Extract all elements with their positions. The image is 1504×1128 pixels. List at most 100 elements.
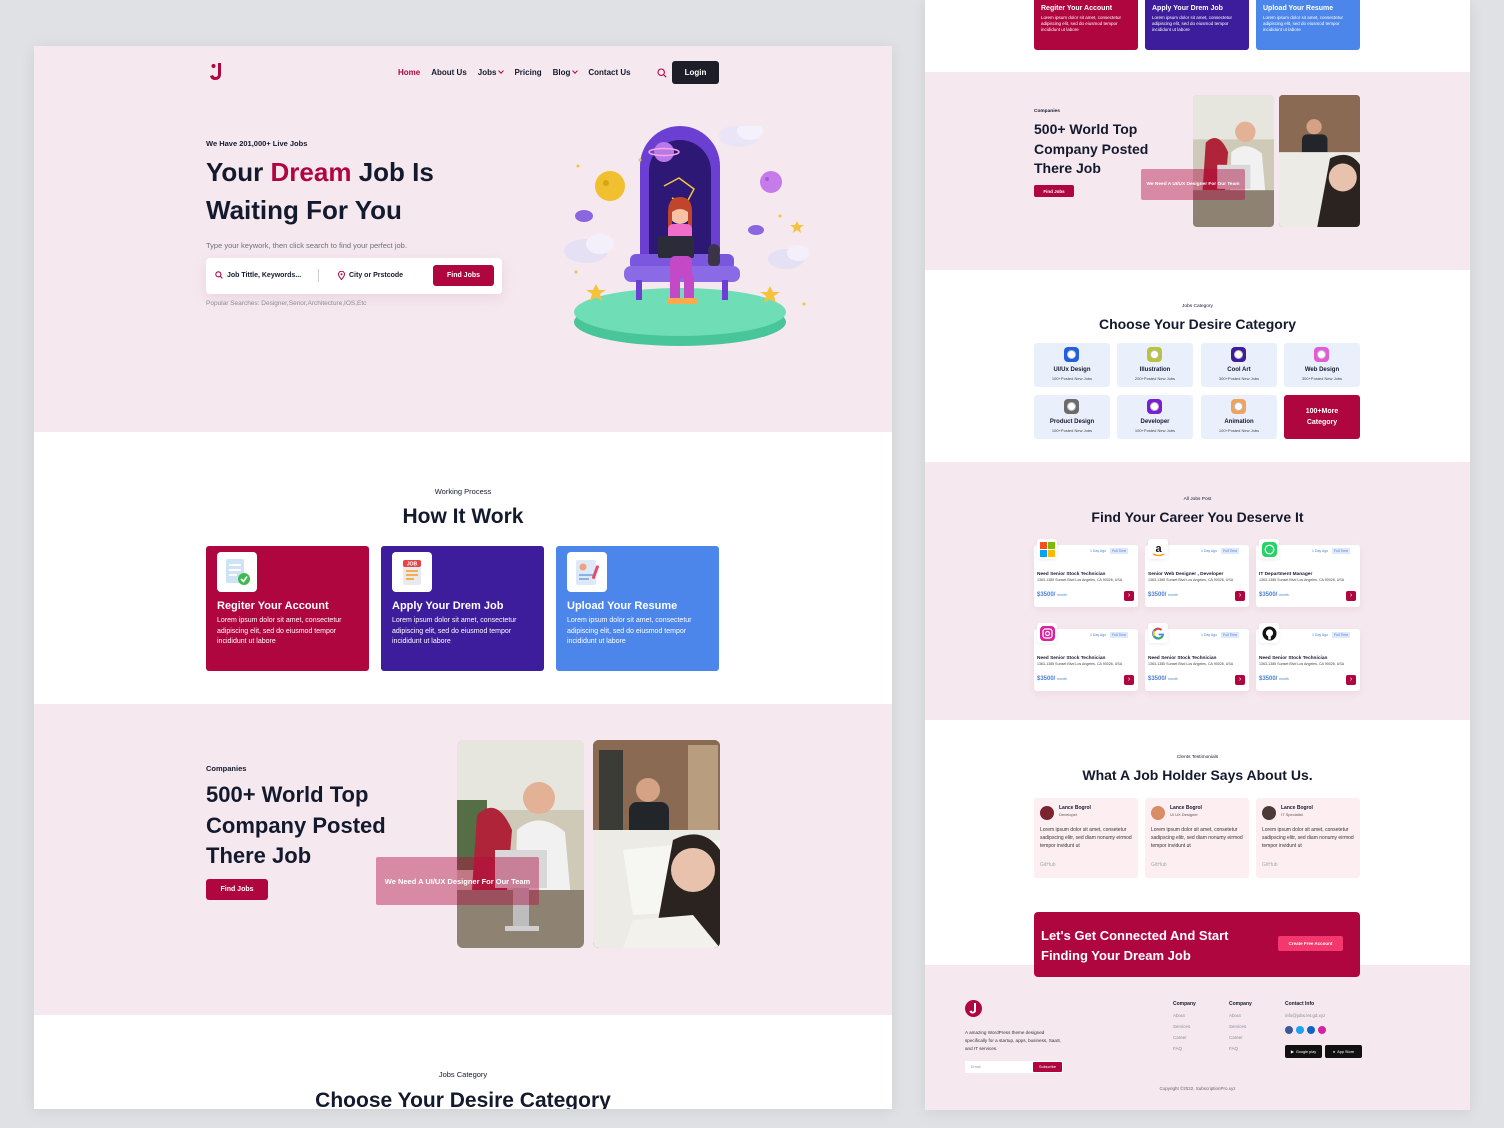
step-title: Upload Your Resume xyxy=(1263,5,1334,12)
nav-jobs-label: Jobs xyxy=(477,68,497,77)
job-card[interactable]: 1 Day Ago Full Time IT Department Manager 1… xyxy=(1256,539,1360,607)
footer-link[interactable]: Career xyxy=(1173,1035,1196,1040)
create-account-button[interactable]: Create Free Account xyxy=(1278,936,1343,951)
brand-logo[interactable] xyxy=(965,1000,982,1017)
product-design-icon xyxy=(1064,399,1079,414)
step-card-apply[interactable]: Apply Your Drem Job Lorem ipsum dolor si… xyxy=(1145,0,1249,50)
footer-link[interactable]: FAQ xyxy=(1229,1046,1252,1051)
chevron-right-icon[interactable]: › xyxy=(1235,675,1245,685)
nav-blog[interactable]: Blog xyxy=(552,68,579,77)
job-address: 1363-1385 Sunset Blvd Los Angeles, CA 90… xyxy=(1148,662,1234,666)
footer-link[interactable]: Services xyxy=(1229,1024,1252,1029)
salary-value: $3500/ xyxy=(1037,592,1056,598)
footer-link[interactable]: About xyxy=(1229,1013,1252,1018)
step-card-register[interactable]: Regiter Your Account Lorem ipsum dolor s… xyxy=(206,546,369,671)
landing-page-overview: Regiter Your Account Lorem ipsum dolor s… xyxy=(925,0,1470,1110)
job-card[interactable]: 1 Day Ago Full Time Need Senior Stock Tech… xyxy=(1256,623,1360,691)
hiring-overlay-card[interactable]: We Need A UI/UX Designer For Our Team xyxy=(376,857,539,905)
search-divider xyxy=(318,269,319,282)
category-card-illustration[interactable]: Illustration 200+Posted New Jobs xyxy=(1117,343,1193,387)
popular-searches: Popular Searches: Designer,Senor,Archite… xyxy=(206,300,367,307)
chevron-right-icon[interactable]: › xyxy=(1124,591,1134,601)
step-card-upload[interactable]: Upload Your Resume Lorem ipsum dolor sit… xyxy=(1256,0,1360,50)
subscribe-button[interactable]: Subscribe xyxy=(1033,1062,1062,1072)
nav-pricing[interactable]: Pricing xyxy=(514,68,541,77)
footer-link[interactable]: FAQ xyxy=(1173,1046,1196,1051)
register-document-icon xyxy=(217,552,257,592)
category-count: 300+Posted New Jobs xyxy=(1301,376,1343,381)
twitter-icon[interactable] xyxy=(1296,1026,1304,1034)
salary-unit: month xyxy=(1057,593,1067,597)
step-card-register[interactable]: Regiter Your Account Lorem ipsum dolor s… xyxy=(1034,0,1138,50)
step-card-upload[interactable]: Upload Your Resume Lorem ipsum dolor sit… xyxy=(556,546,719,671)
step-title: Regiter Your Account xyxy=(217,600,329,612)
more-categories-button[interactable]: 100+More Category xyxy=(1284,395,1360,439)
category-name: Product Design xyxy=(1049,419,1095,425)
main-nav: Home About Us Jobs Pricing Blog Contact … xyxy=(398,68,631,77)
avatar xyxy=(1151,806,1165,820)
category-count: 200+Posted New Jobs xyxy=(1134,376,1176,381)
chevron-right-icon[interactable]: › xyxy=(1346,675,1356,685)
category-card-product-design[interactable]: Product Design 100+Posted New Jobs xyxy=(1034,395,1110,439)
hero-illustration xyxy=(564,126,809,346)
hiring-overlay-card[interactable]: We Need A UI/UX Designer For Our Team xyxy=(1141,169,1245,200)
testimonial-link[interactable]: GitHub xyxy=(1040,862,1056,868)
jobs-kicker: All Jobs Post xyxy=(1183,497,1212,502)
footer-link[interactable]: Services xyxy=(1173,1024,1196,1029)
job-card[interactable]: a 1 Day Ago Full Time Senior Web Designer ,… xyxy=(1145,539,1249,607)
chevron-right-icon[interactable]: › xyxy=(1235,591,1245,601)
linkedin-icon[interactable] xyxy=(1307,1026,1315,1034)
job-address: 1363-1385 Sunset Blvd Los Angeles, CA 90… xyxy=(1259,578,1345,582)
find-jobs-button[interactable]: Find Jobs xyxy=(433,265,494,286)
job-salary: $3500/ month xyxy=(1037,676,1067,682)
search-icon xyxy=(215,271,223,279)
find-jobs-button[interactable]: Find Jobs xyxy=(1034,185,1074,197)
instagram-icon[interactable] xyxy=(1318,1026,1326,1034)
find-jobs-button[interactable]: Find Jobs xyxy=(206,879,268,900)
chevron-right-icon[interactable]: › xyxy=(1124,675,1134,685)
testimonial-link[interactable]: GitHub xyxy=(1151,862,1167,868)
cool-art-icon xyxy=(1231,347,1246,362)
footer-column-title: Company xyxy=(1229,1001,1252,1007)
search-icon[interactable] xyxy=(657,68,667,78)
keyword-search-input[interactable]: Job Tittle, Keywords... xyxy=(215,271,301,279)
nav-about[interactable]: About Us xyxy=(431,68,467,77)
testimonial-link[interactable]: GitHub xyxy=(1262,862,1278,868)
chevron-right-icon[interactable]: › xyxy=(1346,591,1356,601)
nav-blog-label: Blog xyxy=(552,68,571,77)
category-card-uiux[interactable]: UI/Ux Design 100+Posted New Jobs xyxy=(1034,343,1110,387)
job-salary: $3500/ month xyxy=(1148,676,1178,682)
testimonial-text: Lorem ipsum dolor sit amet, consetetur s… xyxy=(1151,827,1243,849)
job-card[interactable]: 1 Day Ago Full Time Need Senior Stock Tech… xyxy=(1034,539,1138,607)
category-card-web-design[interactable]: Web Design 300+Posted New Jobs xyxy=(1284,343,1360,387)
job-card[interactable]: 1 Day Ago Full Time Need Senior Stock Tech… xyxy=(1145,623,1249,691)
nav-contact[interactable]: Contact Us xyxy=(588,68,630,77)
login-button[interactable]: Login xyxy=(672,61,719,84)
nav-home[interactable]: Home xyxy=(398,68,420,77)
job-card[interactable]: 1 Day Ago Full Time Need Senior Stock Tech… xyxy=(1034,623,1138,691)
category-card-cool-art[interactable]: Cool Art 300+Posted New Jobs xyxy=(1201,343,1277,387)
footer-link[interactable]: Career xyxy=(1229,1035,1252,1040)
category-count: 100+Posted New Jobs xyxy=(1051,428,1093,433)
category-name: UI/Ux Design xyxy=(1053,367,1091,373)
testimonial-name: Lance Bogrol xyxy=(1059,805,1091,811)
newsletter-email-input[interactable]: Email Subscribe xyxy=(965,1061,1063,1073)
step-card-apply[interactable]: JOB Apply Your Drem Job Lorem ipsum dolo… xyxy=(381,546,544,671)
footer-column-contact: Contact Info info@jobs.let.gd.xyz xyxy=(1285,1001,1325,1024)
brand-logo[interactable] xyxy=(210,63,224,81)
contact-email[interactable]: info@jobs.let.gd.xyz xyxy=(1285,1013,1325,1018)
job-posted-ago: 1 Day Ago xyxy=(1312,633,1329,637)
app-store-badge[interactable]: ● App Store xyxy=(1325,1045,1362,1058)
category-card-developer[interactable]: Developer 100+Posted New Jobs xyxy=(1117,395,1193,439)
step-title: Upload Your Resume xyxy=(567,600,678,612)
uiux-icon xyxy=(1064,347,1079,362)
location-input[interactable]: City or Prstcode xyxy=(338,271,403,280)
facebook-icon[interactable] xyxy=(1285,1026,1293,1034)
category-card-animation[interactable]: Animation 100+Posted New Jobs xyxy=(1201,395,1277,439)
google-play-badge[interactable]: ▶ Google play xyxy=(1285,1045,1322,1058)
footer-link[interactable]: About xyxy=(1173,1013,1196,1018)
testimonial-role: IT Specialist xyxy=(1281,812,1303,817)
location-placeholder: City or Prstcode xyxy=(349,272,404,279)
nav-jobs[interactable]: Jobs xyxy=(477,68,505,77)
chevron-down-icon xyxy=(572,68,579,74)
